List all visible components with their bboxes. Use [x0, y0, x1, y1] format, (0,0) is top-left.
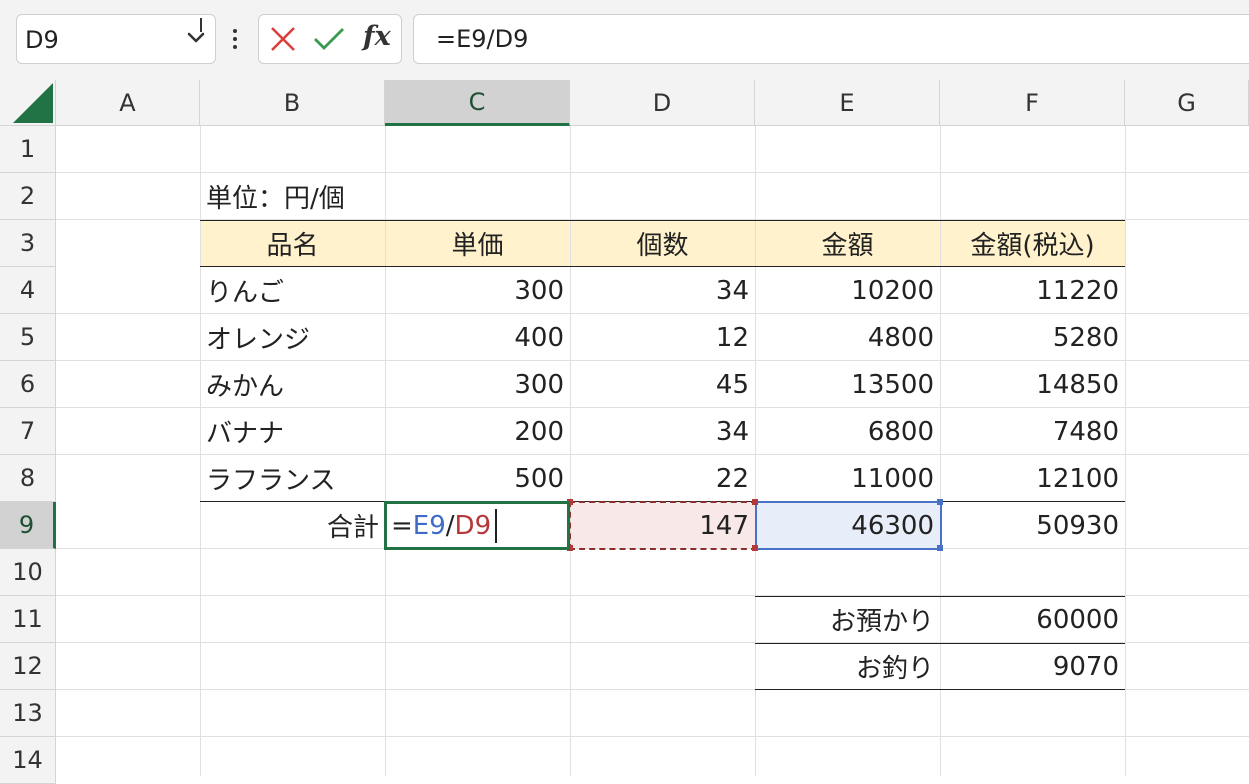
row-header-8[interactable]: 8: [0, 455, 56, 502]
unit-price-cell[interactable]: 200: [385, 408, 570, 455]
d9-reference-handle[interactable]: [752, 545, 758, 551]
row-header-7[interactable]: 7: [0, 408, 56, 455]
gridline: [1125, 126, 1126, 776]
check-icon[interactable]: [313, 25, 345, 53]
unit-price-cell[interactable]: 400: [385, 314, 570, 361]
amount-tax-cell[interactable]: 12100: [940, 455, 1125, 502]
quantity-cell[interactable]: 12: [570, 314, 755, 361]
amount-tax-cell[interactable]: 11220: [940, 267, 1125, 314]
formula-equals: =: [391, 510, 413, 541]
column-header-b[interactable]: B: [200, 80, 385, 126]
change-label[interactable]: お釣り: [755, 643, 940, 690]
e9-reference-outline: [755, 501, 942, 550]
row-header-2[interactable]: 2: [0, 173, 56, 220]
total-amount-tax-cell[interactable]: 50930: [940, 502, 1125, 549]
row-header-11[interactable]: 11: [0, 596, 56, 643]
e9-reference-handle[interactable]: [937, 499, 943, 505]
active-cell-editor[interactable]: = E9/D9: [384, 501, 570, 550]
column-header-c[interactable]: C: [385, 80, 570, 126]
total-label[interactable]: 合計: [200, 502, 385, 549]
header-item-name[interactable]: 品名: [200, 220, 385, 267]
column-header-e[interactable]: E: [755, 80, 940, 126]
amount-cell[interactable]: 13500: [755, 361, 940, 408]
change-value[interactable]: 9070: [940, 643, 1125, 690]
spreadsheet-grid[interactable]: A B C D E F G 1 2 3 4 5 6 7 8 9 10 11 12…: [0, 80, 1249, 784]
row-header-10[interactable]: 10: [0, 549, 56, 596]
payment-value[interactable]: 60000: [940, 596, 1125, 643]
amount-cell[interactable]: 11000: [755, 455, 940, 502]
quantity-cell[interactable]: 34: [570, 267, 755, 314]
header-unit-price[interactable]: 単価: [385, 220, 570, 267]
unit-price-cell[interactable]: 300: [385, 361, 570, 408]
amount-cell[interactable]: 6800: [755, 408, 940, 455]
row-header-3[interactable]: 3: [0, 220, 56, 267]
header-amount[interactable]: 金額: [755, 220, 940, 267]
unit-label[interactable]: 単位：円/個: [200, 173, 385, 220]
header-quantity[interactable]: 個数: [570, 220, 755, 267]
unit-price-cell[interactable]: 500: [385, 455, 570, 502]
gridline: [56, 736, 1249, 737]
row-header-9[interactable]: 9: [0, 502, 56, 549]
amount-cell[interactable]: 10200: [755, 267, 940, 314]
quantity-cell[interactable]: 45: [570, 361, 755, 408]
unit-price-cell[interactable]: 300: [385, 267, 570, 314]
select-all-triangle-icon: [13, 83, 53, 123]
formula-slash: /: [445, 510, 455, 541]
text-caret: [495, 508, 498, 543]
formula-buttons: fx: [258, 14, 402, 64]
row-header-1[interactable]: 1: [0, 126, 56, 173]
column-header-d[interactable]: D: [570, 80, 755, 126]
formula-ref-e9: E9: [412, 510, 446, 541]
amount-cell[interactable]: 4800: [755, 314, 940, 361]
vertical-ellipsis-icon[interactable]: [232, 29, 238, 53]
column-header-f[interactable]: F: [940, 80, 1125, 126]
row-header-12[interactable]: 12: [0, 643, 56, 690]
row-header-6[interactable]: 6: [0, 361, 56, 408]
item-name-cell[interactable]: ラフランス: [200, 455, 385, 502]
item-name-cell[interactable]: りんご: [200, 267, 385, 314]
fx-icon[interactable]: fx: [363, 21, 391, 52]
amount-tax-cell[interactable]: 14850: [940, 361, 1125, 408]
select-all-button[interactable]: [0, 80, 56, 126]
name-box-resize-handle[interactable]: [200, 18, 202, 32]
item-name-cell[interactable]: みかん: [200, 361, 385, 408]
formula-input[interactable]: =E9/D9: [413, 14, 1249, 64]
e9-reference-handle[interactable]: [937, 545, 943, 551]
d9-reference-outline: [569, 501, 757, 550]
close-icon[interactable]: [269, 25, 297, 53]
amount-tax-cell[interactable]: 5280: [940, 314, 1125, 361]
quantity-cell[interactable]: 22: [570, 455, 755, 502]
quantity-cell[interactable]: 34: [570, 408, 755, 455]
row-header-14[interactable]: 14: [0, 737, 56, 784]
formula-input-value: =E9/D9: [436, 25, 529, 53]
header-amount-tax[interactable]: 金額(税込): [940, 220, 1125, 267]
row-header-5[interactable]: 5: [0, 314, 56, 361]
d9-reference-handle[interactable]: [752, 499, 758, 505]
column-header-a[interactable]: A: [56, 80, 200, 126]
chevron-down-icon[interactable]: [185, 27, 207, 49]
cell-formula-text[interactable]: = E9/D9: [387, 504, 567, 547]
amount-tax-cell[interactable]: 7480: [940, 408, 1125, 455]
payment-label[interactable]: お預かり: [755, 596, 940, 643]
column-header-g[interactable]: G: [1125, 80, 1249, 126]
item-name-cell[interactable]: バナナ: [200, 408, 385, 455]
item-name-cell[interactable]: オレンジ: [200, 314, 385, 361]
name-box-value: D9: [25, 26, 59, 54]
name-box[interactable]: D9: [16, 14, 216, 64]
formula-bar: D9 fx =E9/D9: [0, 0, 1249, 80]
row-header-4[interactable]: 4: [0, 267, 56, 314]
formula-ref-d9: D9: [454, 510, 492, 541]
row-header-13[interactable]: 13: [0, 690, 56, 737]
